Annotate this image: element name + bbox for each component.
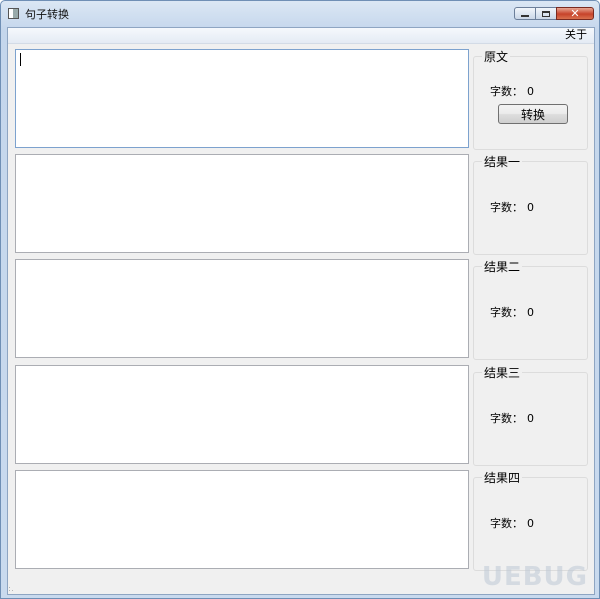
menu-item-about[interactable]: 关于 [563,28,589,42]
source-count-value: 0 [527,85,534,98]
window-controls: ✕ [514,7,594,21]
menu-bar: 关于 [8,28,594,44]
result-two-count-row: 字数： 0 [490,304,534,320]
convert-button[interactable]: 转换 [498,104,568,124]
result-two-text[interactable] [15,259,469,358]
close-button[interactable]: ✕ [556,7,594,20]
result-four-text[interactable] [15,470,469,569]
result-three-text[interactable] [15,365,469,464]
result-four-count-value: 0 [527,517,534,530]
source-count-label: 字数： [490,85,523,98]
client-area: 关于 原文 字数： 0 转换 结果一 字数： 0 结果二 字数： 0 结果三 字… [7,27,595,595]
title-bar[interactable]: 句子转换 ✕ [1,1,599,27]
watermark-logo: UEBUG [481,562,588,592]
result-one-count-value: 0 [527,201,534,214]
source-group-title: 原文 [482,48,511,65]
text-caret [20,53,21,66]
result-one-text[interactable] [15,154,469,253]
window-title: 句子转换 [25,8,69,21]
resize-grip-icon[interactable] [8,584,18,594]
maximize-button[interactable] [535,7,557,20]
result-three-group: 结果三 字数： 0 [473,364,588,466]
app-window: 句子转换 ✕ 关于 原文 字数： 0 转换 结果一 字数： 0 结果二 字数： … [0,0,600,599]
result-three-group-title: 结果三 [482,364,523,381]
result-two-group-title: 结果二 [482,258,523,275]
source-count-row: 字数： 0 [490,83,534,99]
minimize-icon [521,15,529,17]
result-one-count-row: 字数： 0 [490,199,534,215]
minimize-button[interactable] [514,7,536,20]
maximize-icon [542,10,550,17]
result-one-group-title: 结果一 [482,153,523,170]
result-two-group: 结果二 字数： 0 [473,258,588,360]
result-four-count-label: 字数： [490,517,523,530]
close-icon: ✕ [570,7,580,20]
result-four-count-row: 字数： 0 [490,515,534,531]
result-three-count-label: 字数： [490,412,523,425]
result-three-count-row: 字数： 0 [490,410,534,426]
result-two-count-label: 字数： [490,306,523,319]
result-four-group: 结果四 字数： 0 [473,469,588,571]
app-icon [8,8,19,19]
result-three-count-value: 0 [527,412,534,425]
result-two-count-value: 0 [527,306,534,319]
result-one-group: 结果一 字数： 0 [473,153,588,255]
source-group: 原文 字数： 0 转换 [473,48,588,150]
source-text-input[interactable] [15,49,469,148]
result-one-count-label: 字数： [490,201,523,214]
result-four-group-title: 结果四 [482,469,523,486]
